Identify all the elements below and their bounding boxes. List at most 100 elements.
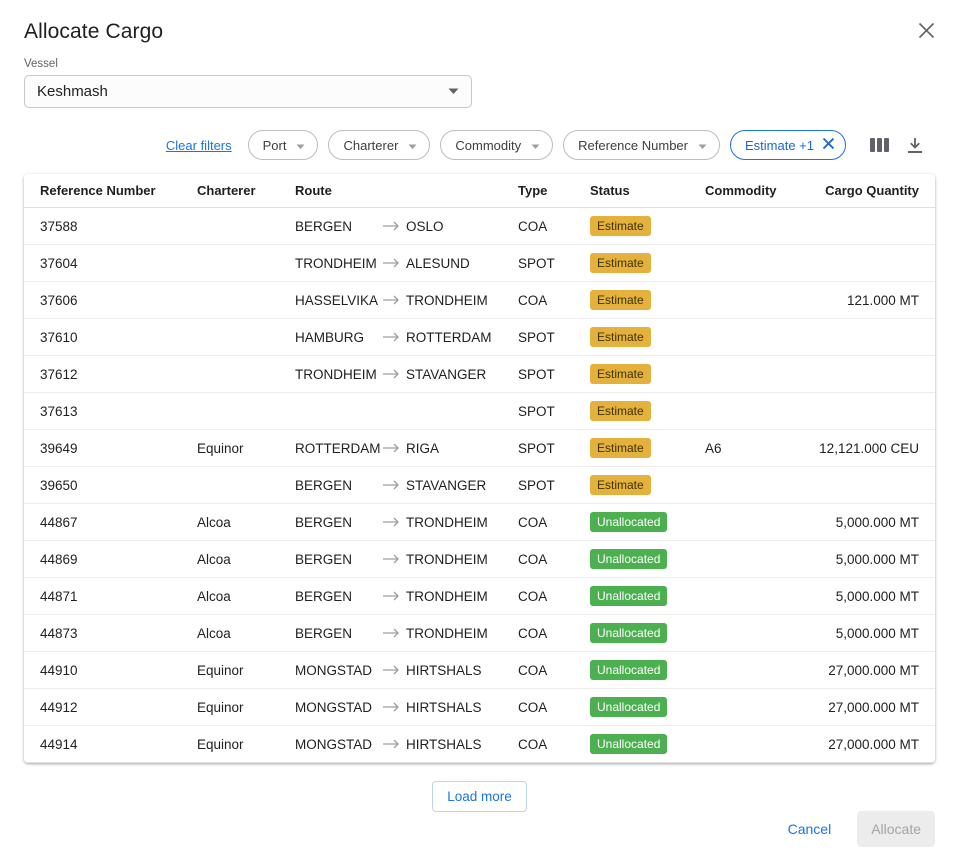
- filter-chip-charterer[interactable]: Charterer: [328, 130, 430, 160]
- table-row[interactable]: 37613SPOTEstimate: [24, 393, 935, 430]
- load-more-button[interactable]: Load more: [432, 781, 527, 812]
- table-row[interactable]: 37610HAMBURGROTTERDAMSPOTEstimate: [24, 319, 935, 356]
- charterer-cell: [181, 467, 279, 504]
- route-to: STAVANGER: [406, 367, 502, 382]
- filter-chip-commodity[interactable]: Commodity: [440, 130, 553, 160]
- columns-icon[interactable]: [866, 133, 893, 157]
- filter-chip-label: Commodity: [455, 138, 521, 153]
- table-row[interactable]: 37604TRONDHEIMALESUNDSPOTEstimate: [24, 245, 935, 282]
- type-cell: COA: [502, 726, 574, 763]
- status-badge: Estimate: [590, 475, 651, 495]
- status-cell: Estimate: [574, 245, 689, 282]
- status-badge: Estimate: [590, 253, 651, 273]
- route-to: RIGA: [406, 441, 502, 456]
- charterer-cell: Equinor: [181, 726, 279, 763]
- route-from: BERGEN: [295, 589, 382, 604]
- route-arrow-icon: [382, 554, 406, 564]
- dialog-footer: Cancel Allocate: [784, 811, 935, 847]
- route-arrow-icon: [382, 295, 406, 305]
- type-cell: COA: [502, 541, 574, 578]
- route-cell: MONGSTADHIRTSHALS: [279, 652, 502, 689]
- route-from: TRONDHEIM: [295, 256, 382, 271]
- status-cell: Estimate: [574, 430, 689, 467]
- download-icon[interactable]: [903, 133, 927, 158]
- route-from: BERGEN: [295, 515, 382, 530]
- route-from: BERGEN: [295, 552, 382, 567]
- route-to: HIRTSHALS: [406, 737, 502, 752]
- route-to: ALESUND: [406, 256, 502, 271]
- filter-chip-port[interactable]: Port: [248, 130, 319, 160]
- table-row[interactable]: 37606HASSELVIKATRONDHEIMCOAEstimate121.0…: [24, 282, 935, 319]
- vessel-select[interactable]: Keshmash: [24, 75, 472, 108]
- commodity-cell: [689, 689, 805, 726]
- type-cell: COA: [502, 504, 574, 541]
- charterer-cell: [181, 208, 279, 245]
- commodity-cell: [689, 726, 805, 763]
- commodity-cell: [689, 578, 805, 615]
- route-to: TRONDHEIM: [406, 626, 502, 641]
- route-from: HAMBURG: [295, 330, 382, 345]
- table-row[interactable]: 37612TRONDHEIMSTAVANGERSPOTEstimate: [24, 356, 935, 393]
- cargo-quantity-cell: 5,000.000 MT: [805, 541, 935, 578]
- type-cell: COA: [502, 615, 574, 652]
- route-from: TRONDHEIM: [295, 367, 382, 382]
- cargo-quantity-cell: 27,000.000 MT: [805, 652, 935, 689]
- route-arrow-icon: [382, 739, 406, 749]
- status-cell: Estimate: [574, 282, 689, 319]
- status-badge: Unallocated: [590, 512, 667, 532]
- cargo-quantity-cell: [805, 393, 935, 430]
- charterer-cell: Alcoa: [181, 541, 279, 578]
- route-cell: BERGENTRONDHEIM: [279, 504, 502, 541]
- route-to: ROTTERDAM: [406, 330, 502, 345]
- route-from: MONGSTAD: [295, 700, 382, 715]
- clear-filters-link[interactable]: Clear filters: [166, 138, 232, 153]
- cargo-table-card: Reference Number Charterer Route Type St…: [24, 174, 935, 763]
- close-icon[interactable]: [914, 18, 939, 43]
- commodity-cell: [689, 652, 805, 689]
- route-cell: TRONDHEIM STAVANGER: [279, 356, 502, 393]
- commodity-cell: [689, 541, 805, 578]
- route-from: MONGSTAD: [295, 663, 382, 678]
- table-row[interactable]: 44873AlcoaBERGENTRONDHEIMCOAUnallocated5…: [24, 615, 935, 652]
- commodity-cell: [689, 319, 805, 356]
- chevron-down-icon: [698, 138, 707, 153]
- reference-number-cell: 44914: [24, 726, 181, 763]
- close-icon[interactable]: [822, 137, 835, 153]
- chevron-down-icon: [408, 138, 417, 153]
- cancel-button[interactable]: Cancel: [784, 815, 836, 843]
- charterer-cell: Equinor: [181, 689, 279, 726]
- table-row[interactable]: 39650BERGENSTAVANGERSPOTEstimate: [24, 467, 935, 504]
- status-badge: Unallocated: [590, 586, 667, 606]
- route-from: BERGEN: [295, 219, 382, 234]
- route-cell: BERGENOSLO: [279, 208, 502, 245]
- reference-number-cell: 37612: [24, 356, 181, 393]
- table-row[interactable]: 44869AlcoaBERGENTRONDHEIMCOAUnallocated5…: [24, 541, 935, 578]
- status-cell: Unallocated: [574, 615, 689, 652]
- table-row[interactable]: 44867AlcoaBERGENTRONDHEIMCOAUnallocated5…: [24, 504, 935, 541]
- page-title: Allocate Cargo: [24, 20, 163, 44]
- cargo-quantity-cell: 5,000.000 MT: [805, 615, 935, 652]
- filter-chip-estimate-active[interactable]: Estimate +1: [730, 130, 846, 160]
- table-row[interactable]: 37588BERGENOSLOCOAEstimate: [24, 208, 935, 245]
- charterer-cell: Alcoa: [181, 578, 279, 615]
- table-row[interactable]: 44910EquinorMONGSTADHIRTSHALSCOAUnalloca…: [24, 652, 935, 689]
- route-from: BERGEN: [295, 478, 382, 493]
- reference-number-cell: 37613: [24, 393, 181, 430]
- reference-number-cell: 44912: [24, 689, 181, 726]
- charterer-cell: [181, 319, 279, 356]
- reference-number-cell: 39650: [24, 467, 181, 504]
- filter-chip-reference-number[interactable]: Reference Number: [563, 130, 720, 160]
- cargo-quantity-cell: 27,000.000 MT: [805, 689, 935, 726]
- table-row[interactable]: 44871AlcoaBERGENTRONDHEIMCOAUnallocated5…: [24, 578, 935, 615]
- status-cell: Unallocated: [574, 652, 689, 689]
- route-arrow-icon: [382, 628, 406, 638]
- vessel-label: Vessel: [24, 58, 935, 70]
- allocate-button[interactable]: Allocate: [857, 811, 935, 847]
- table-row[interactable]: 44914EquinorMONGSTADHIRTSHALSCOAUnalloca…: [24, 726, 935, 763]
- filter-chip-label: Reference Number: [578, 138, 688, 153]
- route-to: TRONDHEIM: [406, 552, 502, 567]
- status-badge: Estimate: [590, 401, 651, 421]
- type-cell: COA: [502, 208, 574, 245]
- table-row[interactable]: 39649EquinorROTTERDAMRIGASPOTEstimateA61…: [24, 430, 935, 467]
- table-row[interactable]: 44912EquinorMONGSTADHIRTSHALSCOAUnalloca…: [24, 689, 935, 726]
